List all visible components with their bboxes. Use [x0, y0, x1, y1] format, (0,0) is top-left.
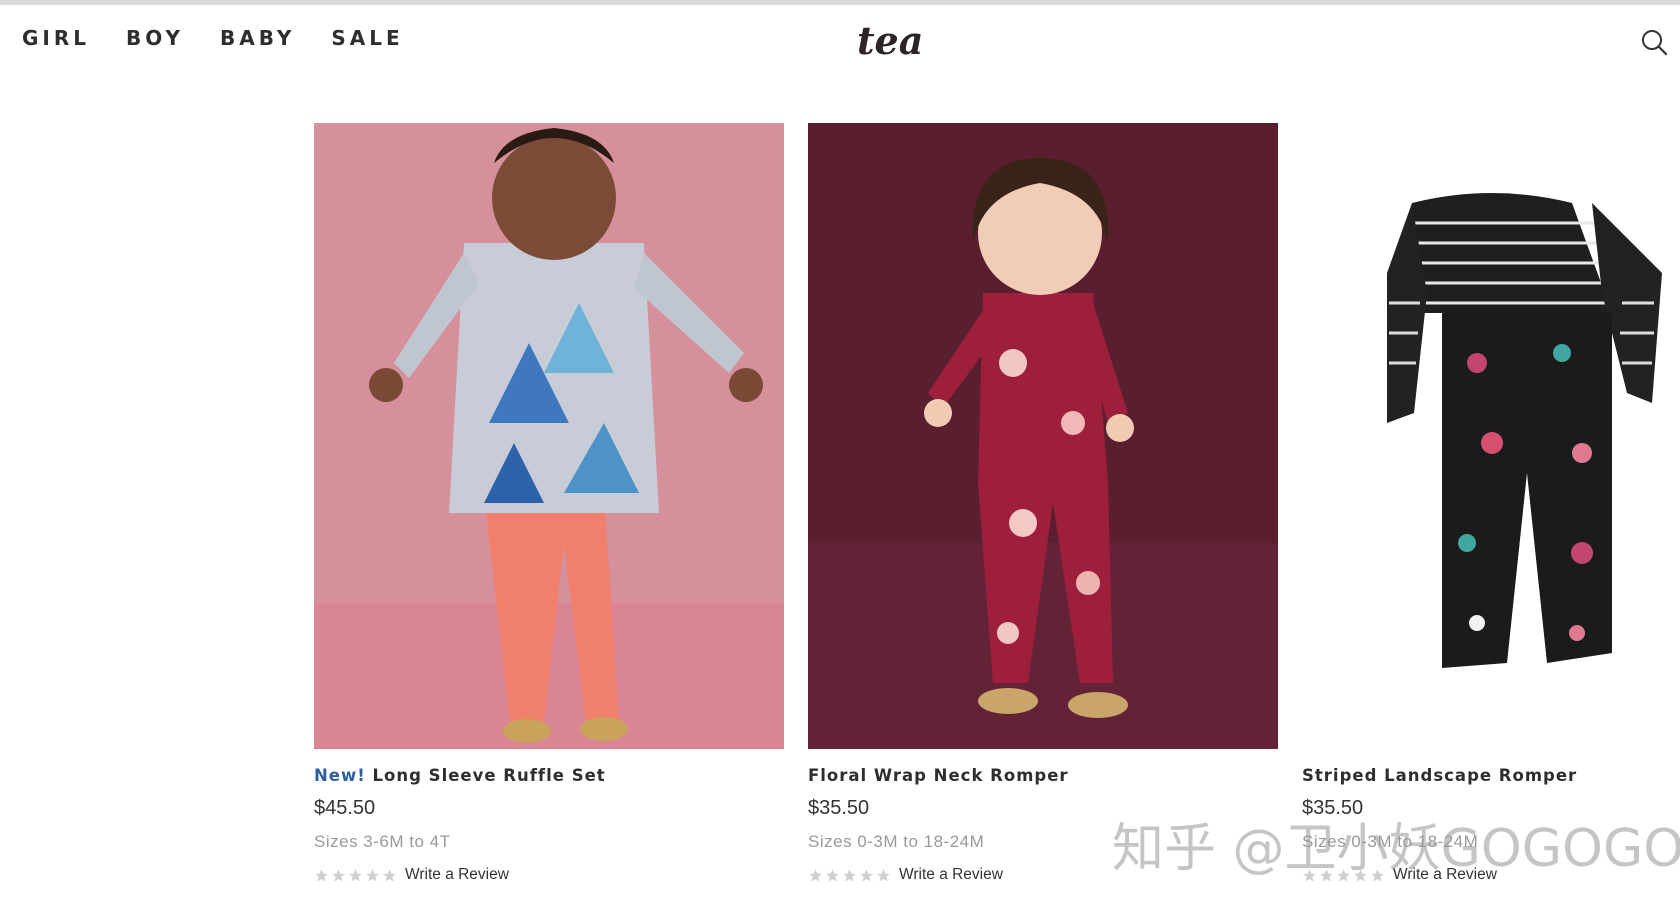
product-title: Long Sleeve Ruffle Set	[372, 766, 606, 785]
product-name-1[interactable]: New! Long Sleeve Ruffle Set	[314, 766, 784, 785]
star-icon	[332, 868, 345, 881]
nav-item-sale[interactable]: SALE	[331, 26, 403, 50]
rating-stars	[314, 868, 397, 883]
product-image-1[interactable]	[314, 123, 784, 749]
write-review-link[interactable]: Write a Review	[405, 866, 509, 884]
nav-item-baby[interactable]: BABY	[220, 26, 295, 50]
tea-logo[interactable]: tea	[853, 18, 925, 64]
watermark: 知乎 @卫小妖GOGOGO	[1112, 819, 1680, 879]
star-icon	[843, 868, 856, 881]
product-image-3[interactable]	[1302, 123, 1672, 749]
product-photo-2	[808, 123, 1278, 749]
product-photo-3	[1387, 193, 1662, 668]
search-icon[interactable]	[1640, 28, 1668, 56]
nav-item-girl[interactable]: GIRL	[22, 26, 90, 50]
star-icon	[383, 868, 396, 881]
nav-item-boy[interactable]: BOY	[126, 26, 184, 50]
main-nav: GIRL BOY BABY SALE	[22, 26, 440, 50]
product-photo-1	[314, 123, 784, 749]
product-review-1: Write a Review	[314, 866, 784, 884]
new-badge: New!	[314, 766, 366, 785]
star-icon	[826, 868, 839, 881]
product-sizes-1: Sizes 3-6M to 4T	[314, 832, 451, 851]
product-card-1: New! Long Sleeve Ruffle Set $45.50 Sizes…	[314, 123, 784, 884]
logo-text: tea	[857, 18, 923, 63]
product-price-1: $45.50	[314, 797, 376, 819]
star-icon	[366, 868, 379, 881]
write-review-link[interactable]: Write a Review	[899, 866, 1003, 884]
product-name-2[interactable]: Floral Wrap Neck Romper	[808, 766, 1278, 785]
star-icon	[877, 868, 890, 881]
star-icon	[315, 868, 328, 881]
product-card-3: Striped Landscape Romper $35.50 Sizes 0-…	[1302, 123, 1672, 884]
star-icon	[349, 868, 362, 881]
product-card-2: Floral Wrap Neck Romper $35.50 Sizes 0-3…	[808, 123, 1278, 884]
star-icon	[860, 868, 873, 881]
star-icon	[809, 868, 822, 881]
top-border	[0, 0, 1680, 5]
product-image-2[interactable]	[808, 123, 1278, 749]
product-name-3[interactable]: Striped Landscape Romper	[1302, 766, 1672, 785]
rating-stars	[808, 868, 891, 883]
